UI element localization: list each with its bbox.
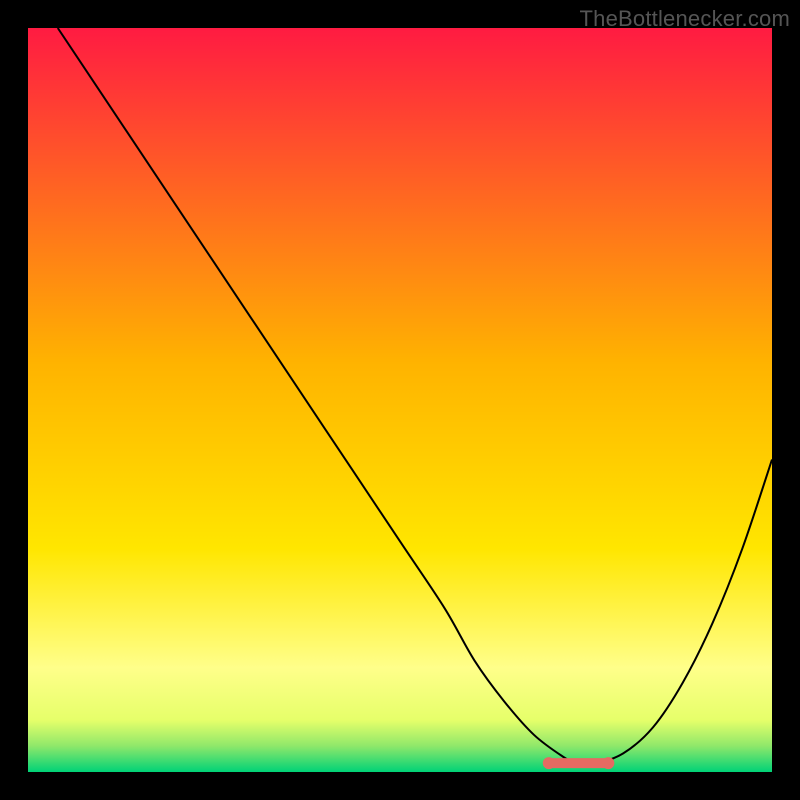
optimal-range-markers bbox=[543, 757, 615, 769]
optimal-range-left bbox=[543, 757, 555, 769]
optimal-range-right bbox=[602, 757, 614, 769]
chart-container: TheBottlenecker.com bbox=[0, 0, 800, 800]
bottleneck-chart bbox=[28, 28, 772, 772]
gradient-background bbox=[28, 28, 772, 772]
